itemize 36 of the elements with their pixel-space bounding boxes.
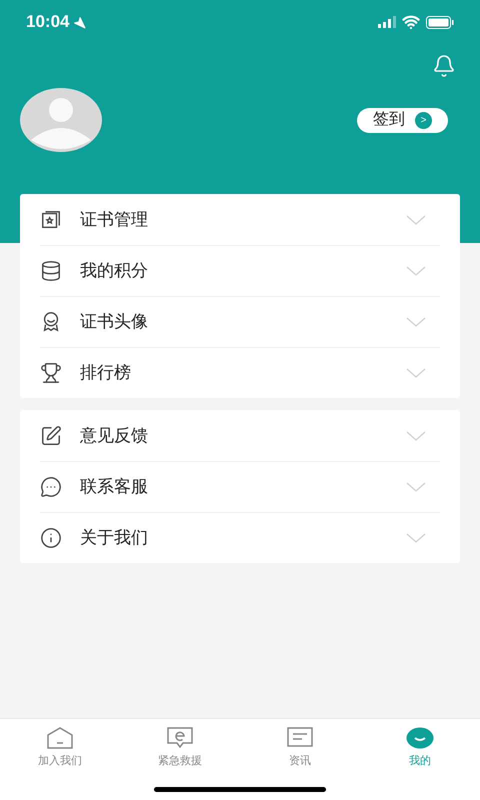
tab-item[interactable]: 紧急救援 <box>120 727 240 770</box>
battery-icon <box>426 16 454 28</box>
menu-item[interactable]: 关于我们 <box>40 512 440 563</box>
menu-item[interactable]: 我的积分 <box>40 245 440 296</box>
menu-item[interactable]: 联系客服 <box>40 461 440 512</box>
edit-icon <box>40 424 62 446</box>
menu-label: 关于我们 <box>80 527 149 550</box>
menu-label: 意见反馈 <box>80 424 149 447</box>
house-icon <box>47 727 73 749</box>
menu-label: 我的积分 <box>80 260 149 282</box>
menu-label: 证书管理 <box>80 208 149 231</box>
menu-item[interactable]: 证书管理 <box>40 194 440 245</box>
certificate-icon <box>40 208 62 230</box>
location-arrow-icon <box>73 16 86 28</box>
tab-item[interactable]: 加入我们 <box>0 727 120 770</box>
wifi-icon <box>402 13 420 31</box>
status-time: 10:04 <box>26 11 70 34</box>
info-icon <box>40 527 62 549</box>
smile-icon <box>406 727 434 749</box>
document-icon <box>287 727 313 749</box>
menu-label: 排行榜 <box>80 362 132 384</box>
notification-icon[interactable] <box>432 54 456 78</box>
menu-item[interactable]: 意见反馈 <box>40 410 440 461</box>
menu-label: 证书头像 <box>80 311 149 334</box>
coin-stack-icon <box>40 260 62 282</box>
arrow-badge: > <box>415 112 432 128</box>
message-e-icon <box>167 727 193 749</box>
menu-item[interactable]: 证书头像 <box>40 296 440 347</box>
sign-in-button[interactable]: 签到 > <box>357 108 448 132</box>
trophy-icon <box>40 362 62 384</box>
menu-item[interactable]: 排行榜 <box>40 347 440 398</box>
menu-label: 联系客服 <box>80 476 149 498</box>
signal-icon <box>378 16 396 28</box>
tab-item[interactable]: 资讯 <box>240 727 360 770</box>
chat-icon <box>40 476 62 498</box>
avatar-icon[interactable] <box>20 88 102 152</box>
